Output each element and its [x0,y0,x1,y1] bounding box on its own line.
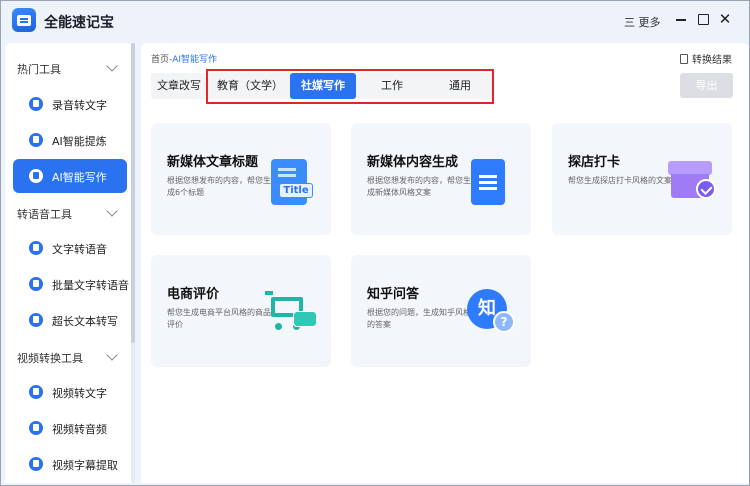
microphone-icon [29,97,43,111]
question-glyph: ? [493,311,515,333]
more-menu-button[interactable]: 三 更多 [624,14,661,30]
card-title: 知乎问答 [367,287,420,302]
main-panel: 首页-AI智能写作 转换结果 文章改写 教育（文学） 社媒写作 工作 通用 导出… [141,43,749,483]
export-button[interactable]: 导出 [680,73,733,98]
convert-result-button[interactable]: 转换结果 [680,51,732,66]
zhihu-qa-icon: 知 ? [465,285,521,341]
document-icon [459,155,515,211]
document-icon [680,54,688,64]
sidebar-item-label: 文字转语音 [52,243,107,256]
sidebar-item-label: 视频转音频 [52,423,107,436]
batch-speech-icon [29,277,43,291]
card-new-media-content[interactable]: 新媒体内容生成 根据您想发布的内容，帮您生成新媒体风格文案 [351,123,531,235]
card-title: 新媒体内容生成 [367,155,459,170]
sidebar-scrollbar-thumb[interactable] [131,43,135,343]
sidebar-item-ai-writing[interactable]: AI智能写作 [13,159,127,193]
breadcrumb: 首页-AI智能写作 [151,52,217,65]
card-description: 根据您想发布的内容，帮您生成6个标题 [167,176,271,197]
card-title: 探店打卡 [568,155,621,170]
title-doc-icon: Title [265,155,321,211]
extract-icon [29,133,43,147]
sidebar-item-label: 视频字幕提取 [52,459,118,472]
sidebar-item-label: 录音转文字 [52,99,107,112]
sidebar-item-video-to-text[interactable]: 视频转文字 [13,375,127,409]
card-shop-checkin[interactable]: 探店打卡 帮您生成探店打卡风格的文案 [552,123,732,235]
card-new-media-title[interactable]: 新媒体文章标题 根据您想发布的内容，帮您生成6个标题 Title [151,123,331,235]
close-icon[interactable]: ✕ [717,11,733,27]
long-text-icon [29,313,43,327]
title-bar: 全能速记宝 三 更多 ✕ [1,1,749,41]
highlight-box [206,69,494,104]
sidebar-item-video-to-audio[interactable]: 视频转音频 [13,411,127,445]
tab-article-rewrite[interactable]: 文章改写 [151,73,207,99]
card-description: 根据您的问题，生成知乎风格的答案 [367,308,471,329]
sidebar-item-label: 视频转文字 [52,387,107,400]
breadcrumb-home[interactable]: 首页- [151,55,172,65]
card-description: 根据您想发布的内容，帮您生成新媒体风格文案 [367,176,471,197]
sidebar-item-batch-tts[interactable]: 批量文字转语音 [13,267,129,301]
app-window: 全能速记宝 三 更多 ✕ 热门工具 录音转文字 AI智能提炼 AI智能写作 转语… [0,0,750,486]
sidebar-item-label: 批量文字转语音 [52,279,129,292]
card-title: 新媒体文章标题 [167,155,259,170]
title-tag-text: Title [279,183,313,198]
video-icon [29,385,43,399]
convert-result-label: 转换结果 [692,55,732,66]
sidebar-item-subtitle-extract[interactable]: 视频字幕提取 [13,447,127,481]
card-description: 帮您生成探店打卡风格的文案 [568,176,672,185]
audio-icon [29,421,43,435]
sidebar-item-label: AI智能提炼 [52,135,107,148]
shopping-cart-icon [265,285,321,341]
maximize-icon[interactable] [695,11,711,27]
minimize-icon[interactable] [673,11,689,27]
sidebar-item-label: 超长文本转写 [52,315,118,328]
sidebar-item-recording-to-text[interactable]: 录音转文字 [13,87,127,121]
shop-check-icon [666,155,722,211]
subtitle-icon [29,457,43,471]
pen-icon [29,169,43,183]
breadcrumb-current: AI智能写作 [172,55,218,65]
app-logo-icon [12,8,36,32]
card-description: 帮您生成电商平台风格的商品评价 [167,308,271,329]
sidebar-item-text-to-speech[interactable]: 文字转语音 [13,231,127,265]
sidebar-item-label: AI智能写作 [52,171,107,184]
sidebar-group-hot-tools[interactable]: 热门工具 [17,61,61,77]
speech-icon [29,241,43,255]
sidebar-group-tts-tools[interactable]: 转语音工具 [17,206,72,222]
card-ecommerce-review[interactable]: 电商评价 帮您生成电商平台风格的商品评价 [151,255,331,367]
app-title: 全能速记宝 [44,15,114,31]
sidebar-item-ai-extract[interactable]: AI智能提炼 [13,123,127,157]
card-zhihu-qa[interactable]: 知乎问答 根据您的问题，生成知乎风格的答案 知 ? [351,255,531,367]
card-title: 电商评价 [167,287,220,302]
sidebar-group-video-tools[interactable]: 视频转换工具 [17,350,83,366]
sidebar-item-long-text[interactable]: 超长文本转写 [13,303,127,337]
